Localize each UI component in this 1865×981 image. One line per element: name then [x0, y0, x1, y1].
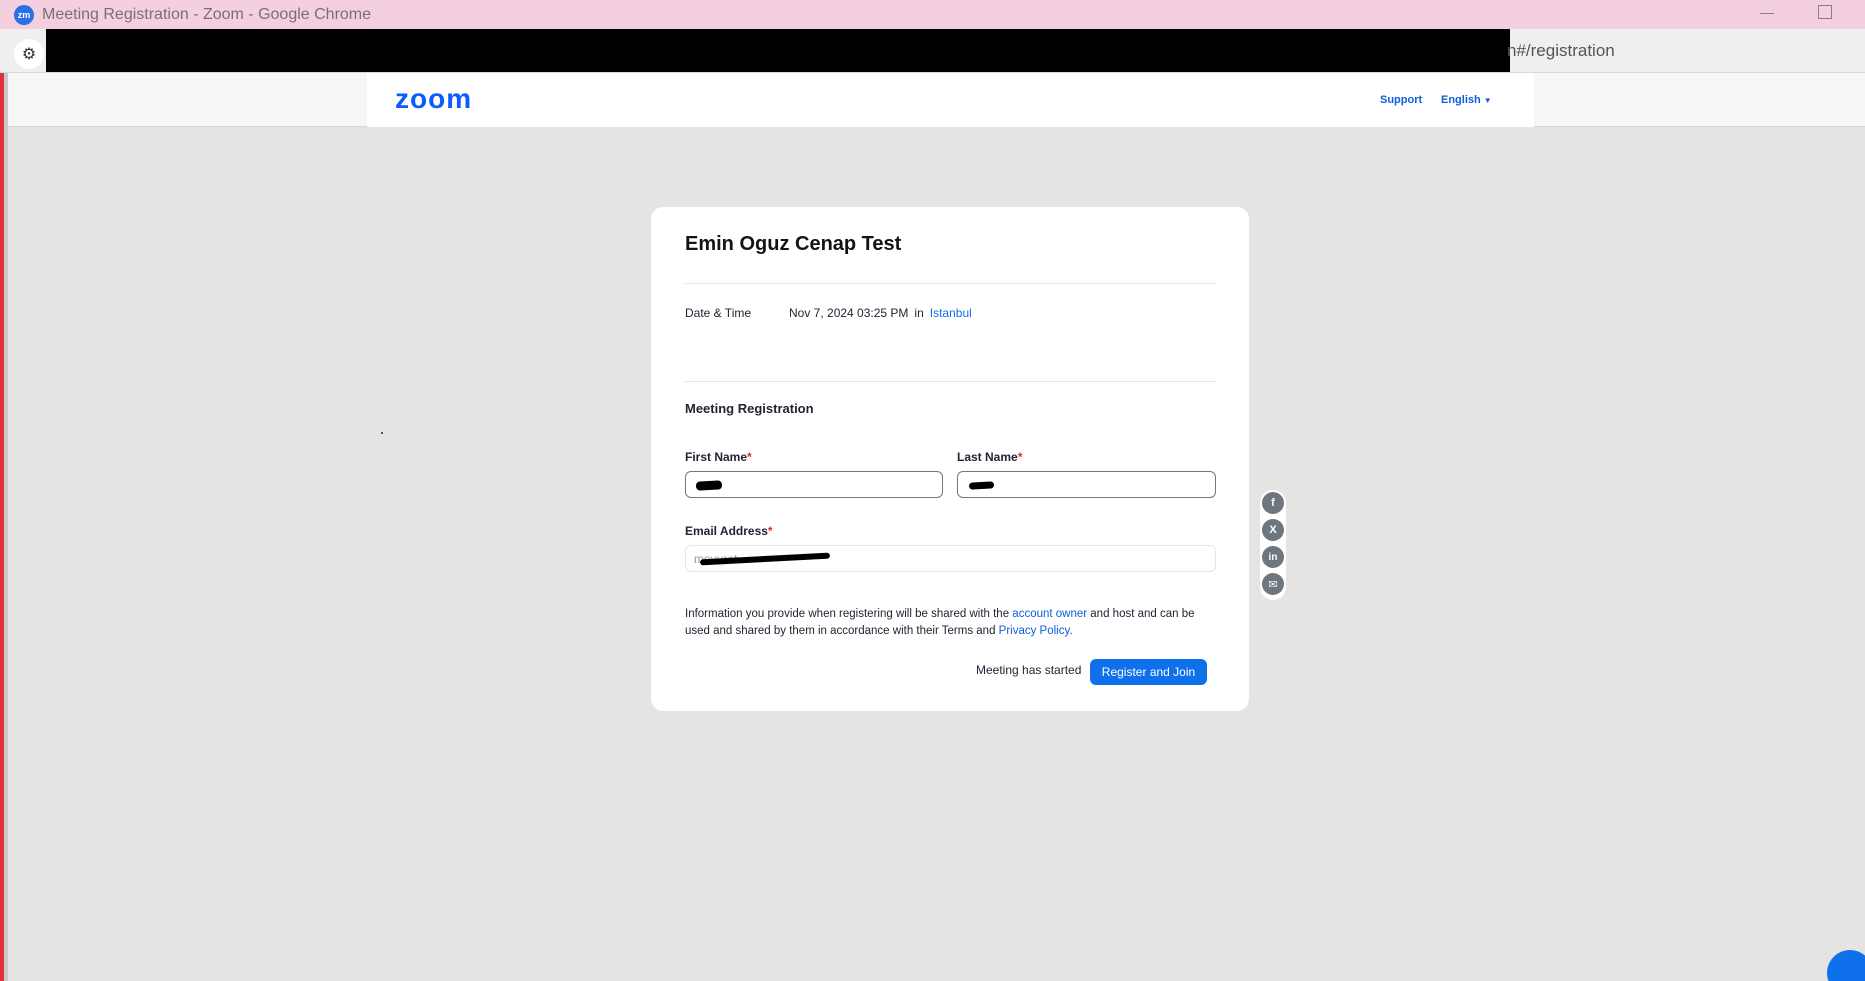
zoom-logo[interactable]: zoom	[395, 83, 472, 115]
divider	[685, 381, 1216, 382]
site-header: zoom Support English ▼	[8, 73, 1865, 127]
last-name-label: Last Name*	[957, 450, 1022, 464]
email-icon[interactable]: ✉	[1262, 573, 1284, 595]
required-marker: *	[747, 450, 752, 464]
window-titlebar: zm Meeting Registration - Zoom - Google …	[0, 0, 1865, 29]
first-name-label: First Name*	[685, 450, 752, 464]
privacy-policy-link[interactable]: Privacy Policy	[999, 625, 1070, 637]
info-text-1: Information you provide when registering…	[685, 608, 1013, 620]
email-field[interactable]: mevurat	[685, 545, 1216, 572]
x-icon[interactable]: X	[1262, 519, 1284, 541]
last-name-label-text: Last Name	[957, 450, 1018, 464]
zoom-app-icon: zm	[14, 4, 34, 25]
first-name-field[interactable]	[685, 471, 943, 498]
language-label: English	[1441, 94, 1481, 106]
minimize-icon[interactable]	[1760, 13, 1774, 14]
site-settings-icon[interactable]: ⚙	[14, 39, 44, 69]
privacy-info-text: Information you provide when registering…	[685, 606, 1215, 640]
datetime-label: Date & Time	[685, 306, 752, 320]
stray-dot	[381, 432, 383, 434]
left-edge-border	[4, 73, 8, 981]
redaction-scribble	[695, 480, 723, 491]
chat-support-icon[interactable]	[1827, 950, 1865, 981]
email-label: Email Address*	[685, 524, 773, 538]
timezone-city-link[interactable]: Istanbul	[930, 306, 972, 320]
email-label-text: Email Address	[685, 524, 768, 538]
linkedin-icon[interactable]: in	[1262, 546, 1284, 568]
header-container: zoom Support English ▼	[367, 73, 1534, 127]
chevron-down-icon: ▼	[1483, 96, 1492, 105]
redacted-url-bar[interactable]	[46, 29, 1510, 72]
info-text-3: .	[1069, 625, 1073, 637]
datetime-text: Nov 7, 2024 03:25 PM	[789, 306, 909, 320]
redaction-scribble	[968, 481, 995, 490]
maximize-icon[interactable]	[1818, 5, 1832, 19]
facebook-icon[interactable]: f	[1262, 492, 1284, 514]
window-title: Meeting Registration - Zoom - Google Chr…	[42, 5, 372, 23]
browser-address-bar: ⚙ n#/registration	[0, 29, 1865, 73]
required-marker: *	[767, 524, 773, 538]
share-sidebar: f X in ✉	[1260, 490, 1286, 600]
registration-card: Emin Oguz Cenap Test Date & Time Nov 7, …	[651, 207, 1249, 711]
register-and-join-button[interactable]: Register and Join	[1090, 659, 1207, 685]
support-link[interactable]: Support	[1380, 94, 1422, 106]
account-owner-link[interactable]: account owner	[1012, 608, 1087, 620]
divider	[685, 283, 1216, 284]
datetime-in: in	[914, 306, 924, 320]
language-dropdown[interactable]: English ▼	[1441, 94, 1492, 106]
meeting-status-text: Meeting has started	[976, 663, 1082, 677]
first-name-label-text: First Name	[685, 450, 748, 464]
required-marker: *	[1017, 450, 1023, 464]
datetime-value: Nov 7, 2024 03:25 PM in Istanbul	[789, 306, 972, 320]
last-name-field[interactable]	[957, 471, 1216, 498]
url-text[interactable]: n#/registration	[1507, 41, 1615, 61]
registration-section-title: Meeting Registration	[685, 401, 814, 416]
meeting-title: Emin Oguz Cenap Test	[685, 233, 902, 255]
